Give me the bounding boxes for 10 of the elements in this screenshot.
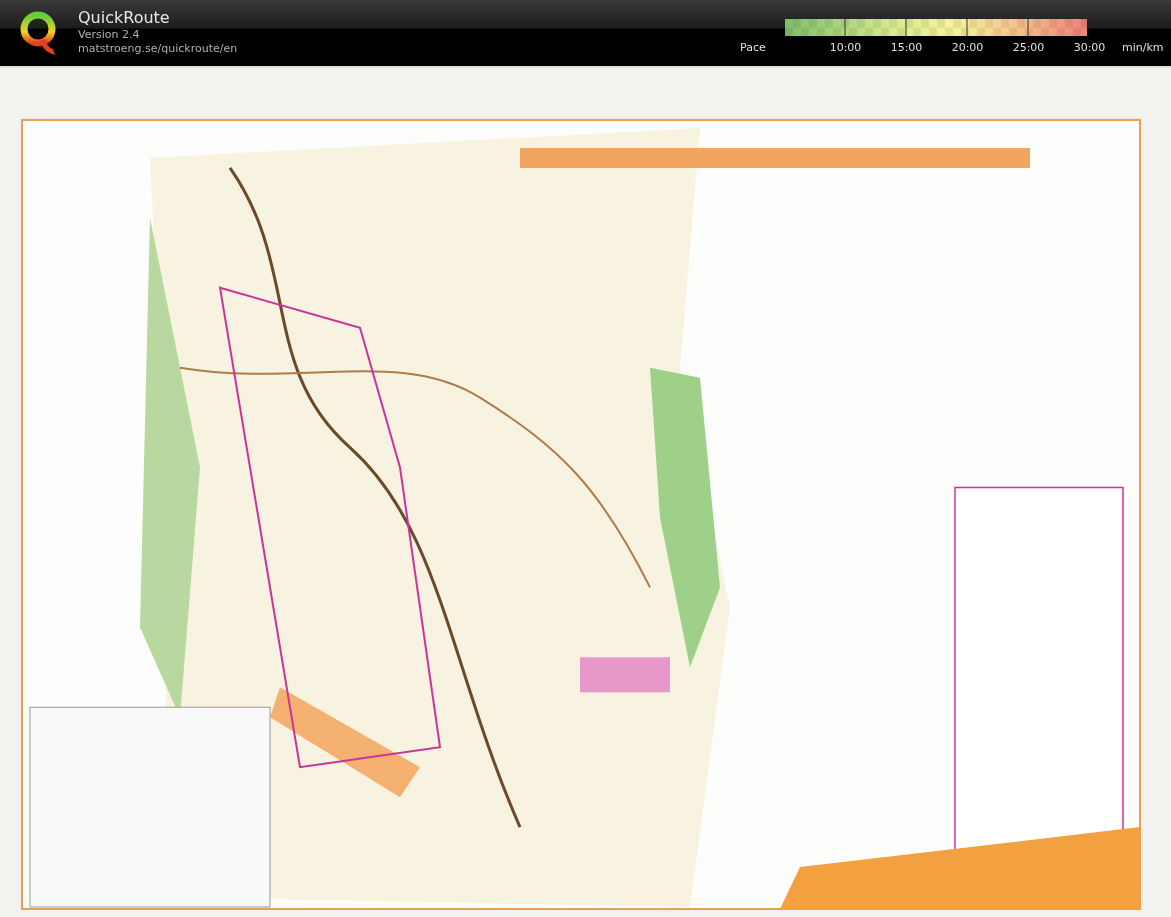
version-label: Version 2.4 <box>78 28 141 42</box>
pace-label: Pace <box>740 41 767 54</box>
pace-unit-label: min/km <box>1122 41 1164 54</box>
pace-tick-label: 30:00 <box>1072 41 1107 54</box>
pace-tick-label: 25:00 <box>1011 41 1046 54</box>
pace-tick-label: 20:00 <box>950 41 985 54</box>
pace-tick-label: 10:00 <box>828 41 863 54</box>
app-title: QuickRoute <box>78 8 171 28</box>
pace-tick-label: 15:00 <box>889 41 924 54</box>
website-link[interactable]: matstroeng.se/quickroute/en <box>78 42 238 56</box>
